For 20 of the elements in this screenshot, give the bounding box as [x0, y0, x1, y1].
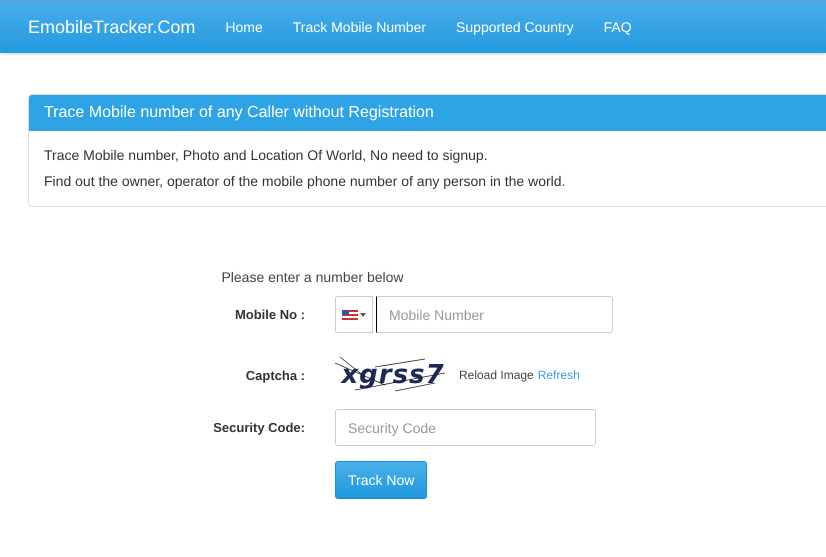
security-code-field[interactable]: Security Code — [335, 409, 596, 446]
caret-icon — [360, 312, 366, 316]
panel-title: Trace Mobile number of any Caller without Registration — [29, 95, 826, 131]
track-now-button[interactable]: Track Now — [335, 461, 428, 499]
country-dropdown[interactable] — [335, 296, 373, 333]
reload-text: Reload Image — [459, 368, 534, 382]
field-label: Security Code: — [212, 420, 305, 435]
panel-text: Find out the owner, operator of the mobile phone number of any person in the world. — [44, 172, 566, 191]
field-label: Captcha : — [244, 368, 305, 382]
panel-text: Trace Mobile number, Photo and Location Of World, No need to signup. — [44, 146, 489, 165]
form-intro: Please enter a number below — [220, 269, 405, 285]
nav-link[interactable]: Supported Country — [456, 19, 574, 35]
nav-link[interactable]: Track Mobile Number — [292, 19, 426, 35]
field-label: Mobile No : — [234, 307, 305, 322]
nav-link[interactable]: Home — [225, 19, 263, 35]
refresh-link[interactable]: Refresh — [538, 368, 580, 382]
flag-icon — [342, 310, 358, 320]
nav-link[interactable]: FAQ — [604, 19, 632, 35]
brand-logo[interactable]: EmobileTracker.Com — [28, 16, 196, 38]
mobile-number-field[interactable]: Mobile Number — [376, 296, 613, 333]
